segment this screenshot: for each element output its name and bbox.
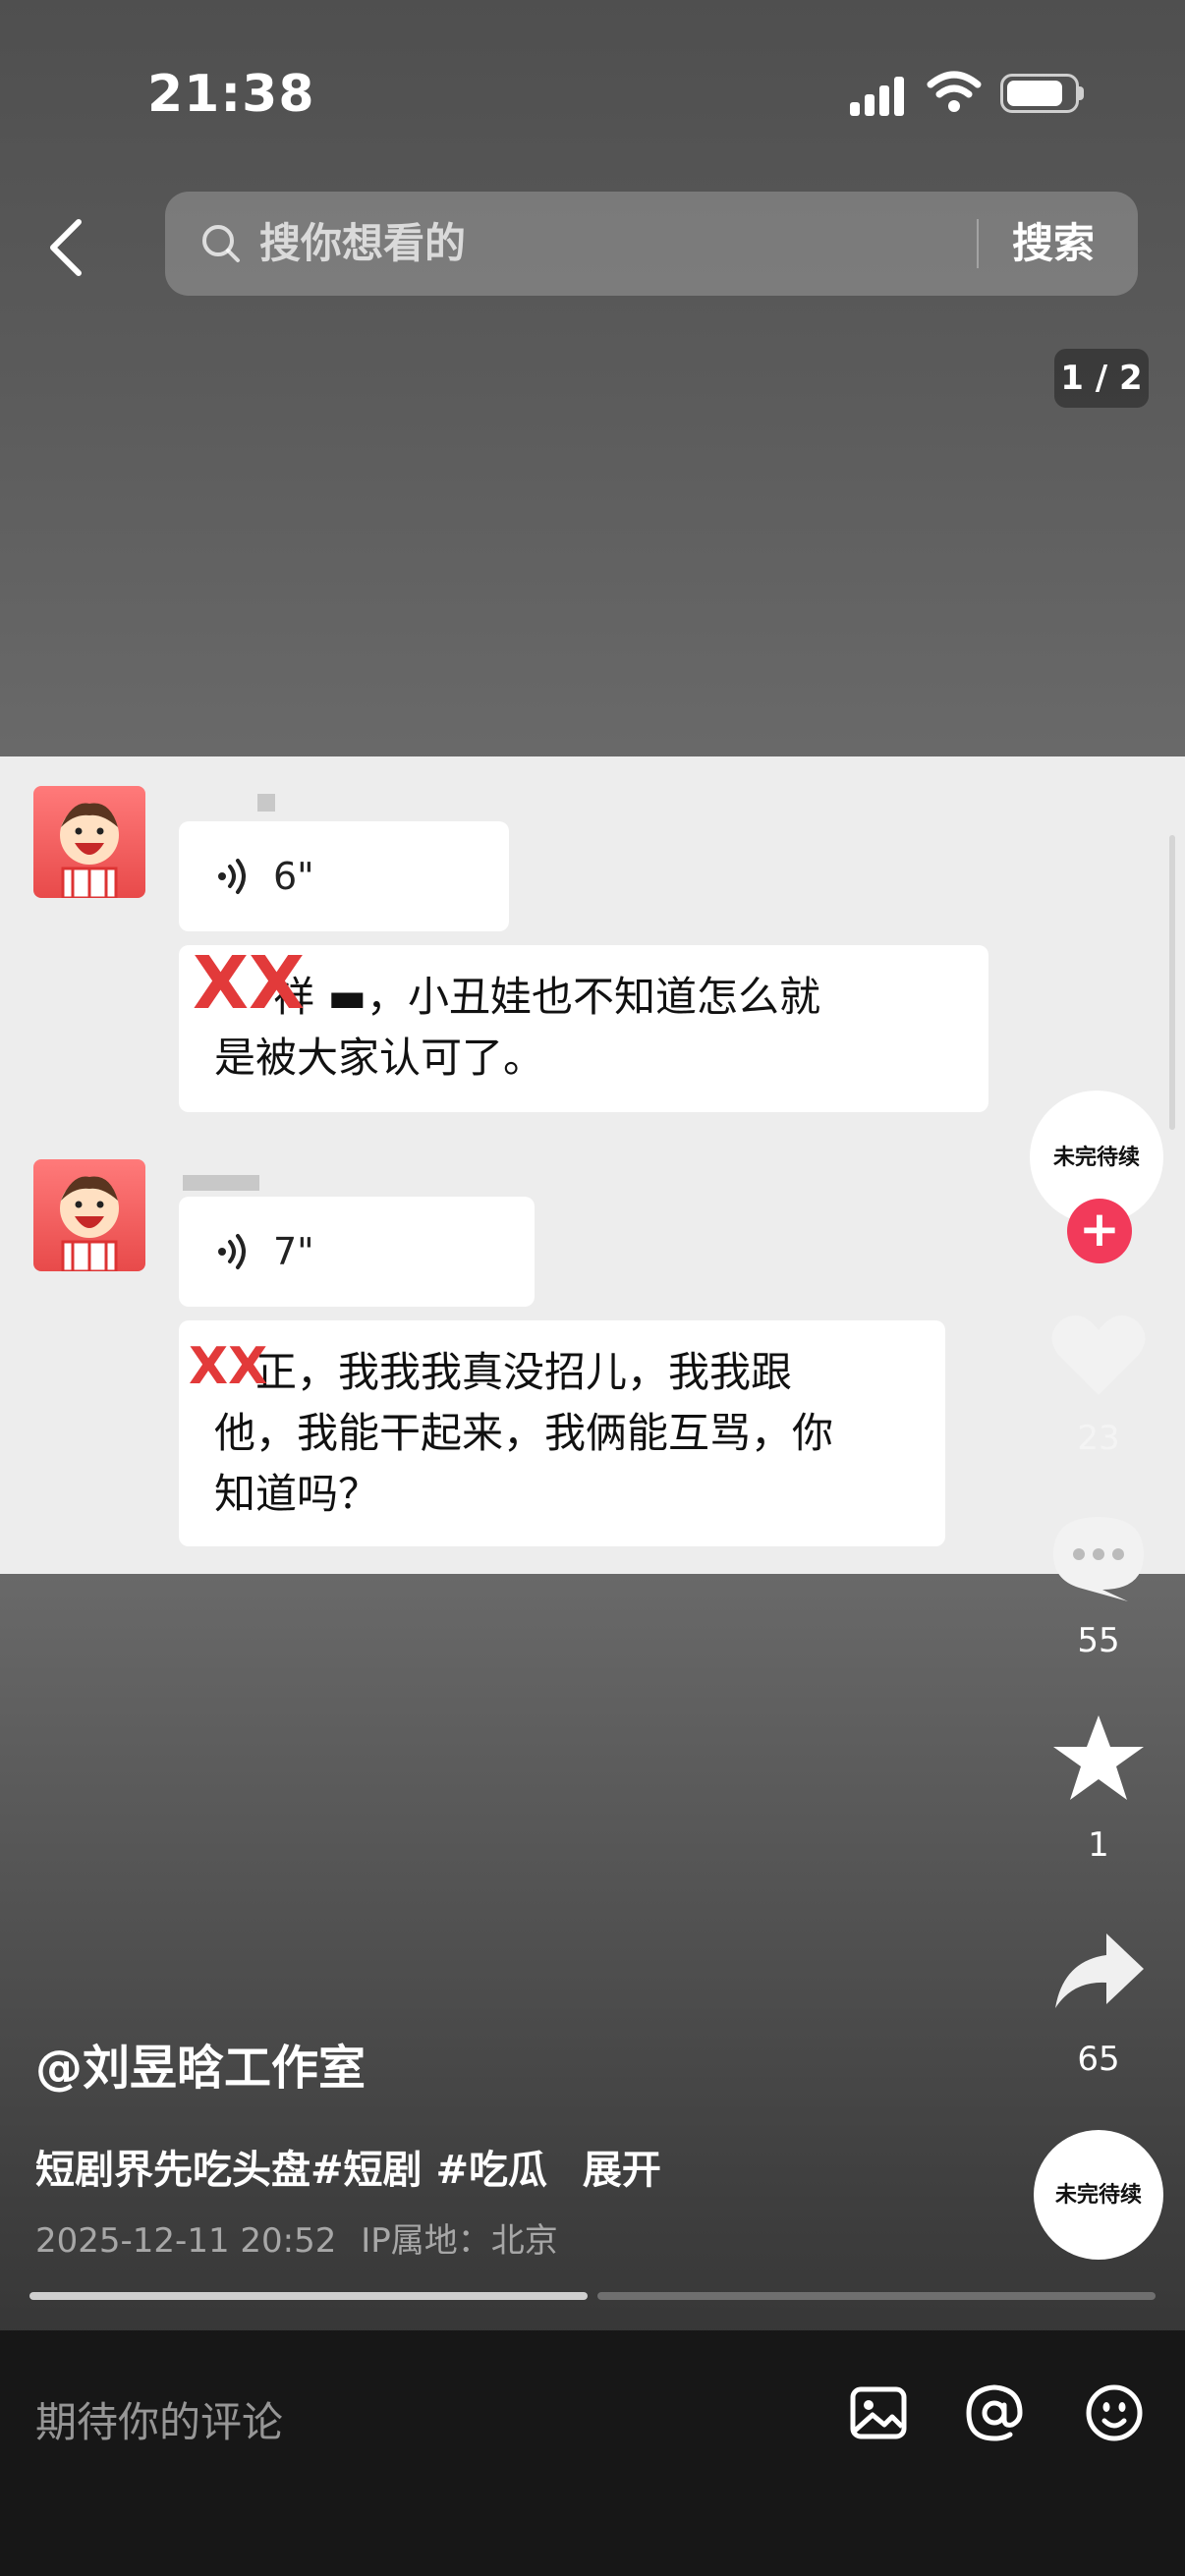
search-icon [202,225,240,262]
page-indicator: 1 / 2 [1054,349,1149,408]
back-button[interactable] [39,208,94,287]
transcript-line: 知道吗？ [214,1470,380,1518]
transcript-line: 他，我能干起来，我俩能互骂，你 [214,1409,834,1457]
battery-cap [1078,86,1084,100]
transcript-bubble[interactable]: XX 祥 ▬，小丑娃也不知道怎么就 是被大家认可了。 [179,945,988,1112]
redacted-name [183,1175,259,1191]
share-count: 65 [1077,2040,1120,2079]
ip-location: IP属地：北京 [361,2221,558,2261]
voice-duration: 6" [273,855,314,898]
voice-icon [218,1234,246,1269]
favorite-count: 1 [1088,1825,1109,1865]
comment-icon[interactable] [1049,1511,1148,1603]
comment-bar: 期待你的评论 [0,2330,1185,2576]
search-bar[interactable]: 搜你想看的 搜索 [165,192,1138,296]
video-description: 短剧界先吃头盘#短剧 #吃瓜 展开 [35,2138,661,2195]
cartoon-face-icon [60,1176,119,1271]
transcript-bubble[interactable]: XX 正，我我我真没招儿，我我跟 他，我能干起来，我俩能互骂，你 知道吗？ [179,1320,945,1546]
star-icon[interactable] [1051,1713,1146,1804]
emoji-icon[interactable] [1083,2381,1146,2444]
search-divider [977,219,979,268]
cartoon-face-icon [60,803,119,898]
voice-message-bubble[interactable]: 6" [179,821,509,931]
heart-icon[interactable] [1049,1309,1148,1399]
voice-message-bubble[interactable]: 7" [179,1197,535,1307]
redaction-mark: XX [189,1337,268,1396]
cellular-signal-icon [850,75,905,116]
expand-button[interactable]: 展开 [583,2148,661,2193]
image-icon[interactable] [847,2381,910,2444]
avatar [33,786,145,898]
comment-count: 55 [1077,1621,1120,1660]
voice-icon [218,859,246,894]
progress-segment-2[interactable] [597,2292,1156,2300]
transcript-line: 是被大家认可了。 [214,1034,545,1082]
post-meta: 2025-12-11 20:52 IP属地：北京 [35,2213,558,2262]
author-name[interactable]: @刘昱晗工作室 [35,2029,366,2098]
redaction-mark: XX [193,941,306,1026]
search-button[interactable]: 搜索 [1012,192,1095,296]
music-disc[interactable]: 未完待续 [1034,2130,1163,2260]
post-timestamp: 2025-12-11 20:52 [35,2221,337,2261]
battery-level [1007,81,1062,106]
voice-duration: 7" [273,1230,314,1273]
follow-button[interactable]: + [1067,1199,1132,1263]
mention-icon[interactable] [963,2381,1026,2444]
battery-icon [1000,74,1079,113]
comment-input[interactable]: 期待你的评论 [35,2389,283,2449]
progress-segment-1[interactable] [29,2292,588,2300]
search-input[interactable]: 搜你想看的 [259,192,466,296]
avatar [33,1159,145,1271]
wifi-icon [927,71,982,112]
transcript-line: 祥 ▬，小丑娃也不知道怎么就 [273,973,821,1021]
status-time: 21:38 [147,65,315,124]
like-count: 23 [1077,1419,1120,1458]
share-icon[interactable] [1051,1930,1146,2012]
redacted-name [257,794,275,812]
description-text: 短剧界先吃头盘#短剧 #吃瓜 [35,2148,547,2193]
chat-scrollbar [1169,835,1175,1130]
transcript-line: 正，我我我真没招儿，我我跟 [255,1348,793,1396]
